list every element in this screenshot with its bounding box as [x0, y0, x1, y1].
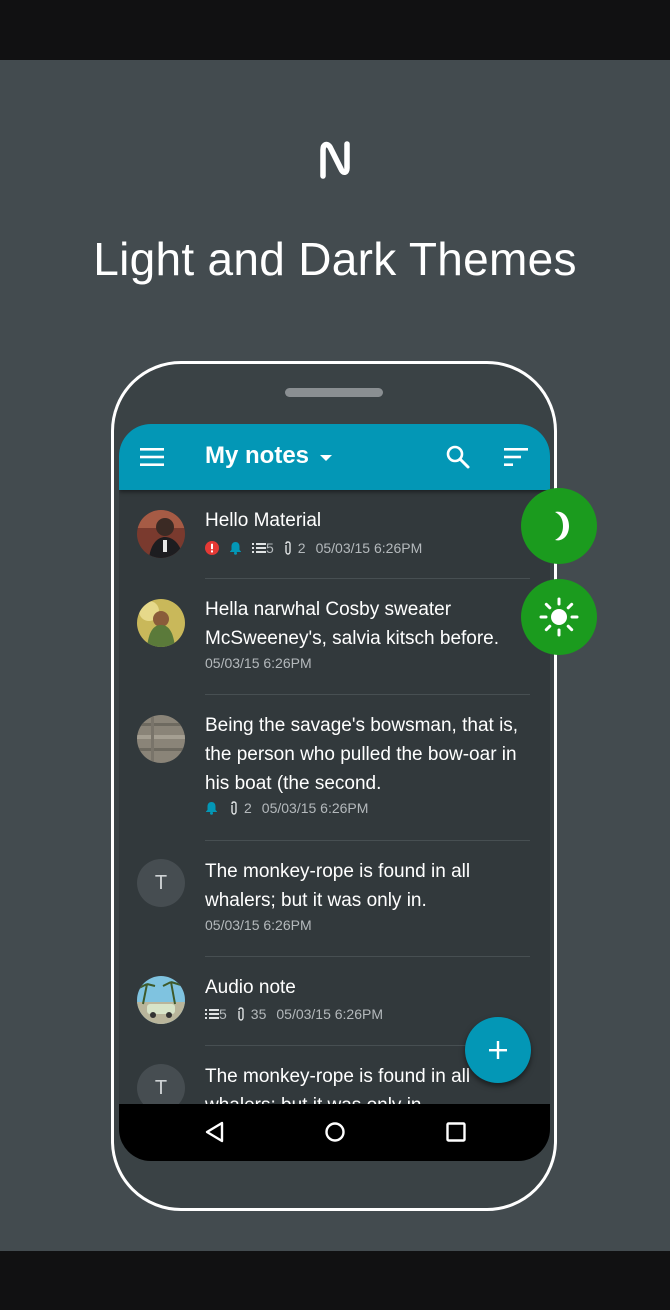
sun-icon: [539, 597, 579, 637]
attachment-count: 2: [244, 800, 252, 816]
checklist-count: 5: [219, 1006, 227, 1022]
note-meta: 2 05/03/15 6:26PM: [205, 799, 368, 817]
note-meta: 5 2 05/03/15 6:26PM: [205, 539, 422, 557]
dark-theme-button[interactable]: [521, 488, 597, 564]
add-note-button[interactable]: [465, 1017, 531, 1083]
note-date: 05/03/15 6:26PM: [276, 1006, 384, 1022]
note-meta: 05/03/15 6:26PM: [205, 654, 312, 672]
note-meta: 5 35 05/03/15 6:26PM: [205, 1005, 383, 1023]
bell-icon: [206, 802, 217, 815]
attachment-icon: [285, 541, 291, 555]
back-icon[interactable]: [204, 1121, 226, 1143]
note-thumbnail: [137, 976, 185, 1024]
note-title: Hello Material: [205, 510, 322, 531]
checklist-icon: [252, 543, 266, 553]
note-date: 05/03/15 6:26PM: [261, 800, 369, 816]
letter-avatar: T: [137, 859, 185, 907]
top-black-band: [0, 0, 670, 60]
note-title: Being the savage's bowsman, that is, the…: [205, 715, 519, 794]
note-date: 05/03/15 6:26PM: [205, 917, 312, 933]
home-icon[interactable]: [324, 1121, 346, 1143]
notes-list[interactable]: Hello Material 5 2 05/03/15 6:26PM Hella…: [119, 490, 550, 1104]
moon-icon: [555, 511, 569, 541]
note-item[interactable]: T The monkey-rope is found in all whaler…: [119, 841, 550, 957]
promo-headline: Light and Dark Themes: [93, 233, 577, 285]
system-nav-bar: [119, 1104, 550, 1161]
attachment-icon: [231, 801, 237, 815]
checklist-count: 5: [266, 540, 274, 556]
search-icon[interactable]: [445, 444, 471, 470]
note-item[interactable]: Hello Material 5 2 05/03/15 6:26PM: [119, 490, 550, 579]
note-title: Hella narwhal Cosby sweater McSweeney's,…: [205, 599, 500, 649]
menu-icon[interactable]: [139, 446, 165, 468]
letter-avatar: T: [137, 1064, 185, 1104]
note-thumbnail: [137, 599, 185, 647]
app-bar: My notes: [119, 424, 550, 490]
caret-down-icon[interactable]: [319, 453, 333, 463]
note-date: 05/03/15 6:26PM: [205, 655, 312, 671]
note-date: 05/03/15 6:26PM: [315, 540, 423, 556]
phone-speaker: [285, 388, 383, 397]
app-logo-icon: [320, 141, 350, 179]
bottom-black-band: [0, 1251, 670, 1310]
bell-icon: [230, 542, 241, 555]
recents-icon[interactable]: [446, 1122, 466, 1142]
note-title: Audio note: [205, 977, 296, 998]
note-title: The monkey-rope is found in all whalers;…: [205, 861, 471, 911]
attachment-count: 35: [250, 1006, 267, 1022]
alert-icon: [205, 541, 219, 555]
light-theme-button[interactable]: [521, 579, 597, 655]
note-meta: 05/03/15 6:26PM: [205, 916, 312, 934]
plus-icon: [489, 1041, 507, 1059]
sort-icon[interactable]: [503, 446, 529, 468]
note-item[interactable]: Being the savage's bowsman, that is, the…: [119, 695, 550, 841]
attachment-icon: [238, 1007, 244, 1021]
note-thumbnail: [137, 715, 185, 763]
note-thumbnail: [137, 510, 185, 558]
note-item[interactable]: Hella narwhal Cosby sweater McSweeney's,…: [119, 579, 550, 695]
checklist-icon: [205, 1009, 219, 1019]
notes-category-title[interactable]: My notes: [205, 442, 309, 470]
attachment-count: 2: [297, 540, 306, 556]
